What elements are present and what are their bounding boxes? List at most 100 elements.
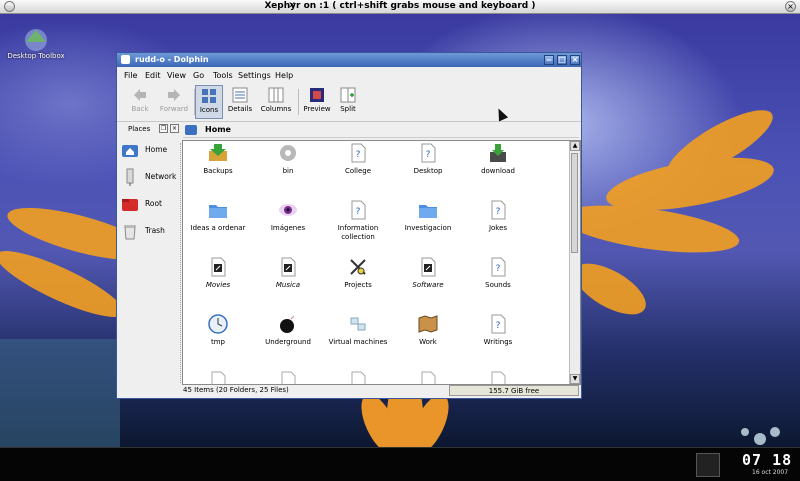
unknown-file-icon: ? xyxy=(491,257,506,277)
preview-button[interactable]: Preview xyxy=(301,85,333,119)
file-item[interactable]: Backups xyxy=(183,143,253,193)
trash-icon xyxy=(124,225,136,240)
breadcrumb-home[interactable]: Home xyxy=(205,125,231,134)
file-item[interactable]: Musica xyxy=(253,257,323,307)
status-bar-text: 45 Items (20 Folders, 25 Files) xyxy=(183,386,289,394)
file-item-partial[interactable] xyxy=(393,371,463,384)
host-window-title: Xephyr on :1 ( ctrl+shift grabs mouse an… xyxy=(264,1,536,11)
link-file-icon xyxy=(281,257,296,277)
vertical-scrollbar[interactable]: ▲ ▼ xyxy=(569,141,580,384)
download-icon xyxy=(490,144,506,162)
file-item-name: Desktop xyxy=(413,167,443,175)
place-label: Network xyxy=(145,172,177,181)
file-item-name: bin xyxy=(282,167,294,175)
places-panel: Home Network Root Trash xyxy=(120,139,180,381)
place-home[interactable]: Home xyxy=(120,139,180,163)
scroll-down-button[interactable]: ▼ xyxy=(570,374,580,384)
file-item[interactable]: ? College xyxy=(323,143,393,193)
back-button[interactable]: Back xyxy=(125,85,155,119)
file-item-name: tmp xyxy=(210,338,225,346)
menu-bar: File Edit View Go Tools Settings Help xyxy=(117,68,581,82)
file-item[interactable]: ? Sounds xyxy=(463,257,533,307)
places-float-button[interactable]: ❐ xyxy=(159,124,168,133)
file-item[interactable]: Work xyxy=(393,314,463,364)
file-item[interactable]: tmp xyxy=(183,314,253,364)
window-title-bar[interactable]: rudd-o - Dolphin ‒ □ × xyxy=(117,53,581,67)
folder-icon xyxy=(209,205,227,218)
file-item-partial[interactable] xyxy=(183,371,253,384)
file-item[interactable]: ? Jokes xyxy=(463,200,533,250)
maximize-button[interactable]: □ xyxy=(557,55,567,65)
menu-go[interactable]: Go xyxy=(193,71,204,80)
file-item-partial[interactable] xyxy=(463,371,533,384)
place-label: Trash xyxy=(145,226,165,235)
scroll-thumb[interactable] xyxy=(571,153,578,253)
scroll-up-button[interactable]: ▲ xyxy=(570,141,580,151)
host-close-button[interactable]: × xyxy=(785,1,796,12)
places-close-button[interactable]: × xyxy=(170,124,179,133)
file-item[interactable]: ? Desktop xyxy=(393,143,463,193)
file-item[interactable]: Software xyxy=(393,257,463,307)
file-item-name: Underground xyxy=(265,338,311,346)
file-item[interactable]: download xyxy=(463,143,533,193)
place-network[interactable]: Network xyxy=(120,166,180,190)
file-item-name: Work xyxy=(419,338,437,346)
menu-edit[interactable]: Edit xyxy=(145,71,161,80)
file-item[interactable]: Virtual machines xyxy=(323,314,393,364)
icons-view-button[interactable]: Icons xyxy=(195,85,223,119)
file-item[interactable]: Movies xyxy=(183,257,253,307)
file-item-name: College xyxy=(344,167,372,175)
menu-tools[interactable]: Tools xyxy=(213,71,233,80)
menu-settings[interactable]: Settings xyxy=(238,71,271,80)
columns-view-button[interactable]: Columns xyxy=(259,85,293,119)
places-tab[interactable]: Places xyxy=(128,125,150,133)
file-item-name: Musica xyxy=(275,281,301,289)
file-item-name: Information collection xyxy=(337,224,379,241)
split-button[interactable]: Split xyxy=(335,85,361,119)
close-button[interactable]: × xyxy=(570,55,580,65)
file-item[interactable]: ? Writings xyxy=(463,314,533,364)
system-tray-icon[interactable] xyxy=(696,453,720,477)
file-item-name: Movies xyxy=(205,281,231,289)
desktop-toolbox[interactable]: Desktop Toolbox xyxy=(6,26,66,74)
file-item[interactable]: Imágenes xyxy=(253,200,323,250)
unknown-file-icon: ? xyxy=(351,143,366,163)
file-item-name: Virtual machines xyxy=(328,338,388,346)
place-trash[interactable]: Trash xyxy=(120,220,180,244)
root-folder-icon xyxy=(122,199,138,211)
file-item-name: Writings xyxy=(483,338,513,346)
bottom-panel: 07 18 16 oct 2007 xyxy=(0,447,800,481)
menu-view[interactable]: View xyxy=(167,71,186,80)
place-root[interactable]: Root xyxy=(120,193,180,217)
columns-label: Columns xyxy=(260,105,292,113)
forward-button[interactable]: Forward xyxy=(157,85,191,119)
toolbar-separator xyxy=(298,89,299,115)
back-label: Back xyxy=(131,105,149,113)
home-folder-icon xyxy=(122,145,138,157)
breadcrumb: Home xyxy=(183,123,579,138)
free-space-indicator: 155.7 GiB free xyxy=(449,385,579,396)
icons-label: Icons xyxy=(199,106,219,114)
details-view-button[interactable]: Details xyxy=(225,85,255,119)
file-icon xyxy=(491,371,506,384)
arrow-left-icon xyxy=(134,89,146,101)
main-toolbar: Back Forward Icons Details Columns Previ… xyxy=(117,83,581,122)
unknown-file-icon: ? xyxy=(491,314,506,334)
file-item[interactable]: Projects xyxy=(323,257,393,307)
menu-help[interactable]: Help xyxy=(275,71,293,80)
file-item[interactable]: ? Information collection xyxy=(323,200,393,250)
file-item[interactable]: bin xyxy=(253,143,323,193)
clock-time[interactable]: 07 18 xyxy=(742,451,792,469)
file-item-partial[interactable] xyxy=(323,371,393,384)
dolphin-app-icon xyxy=(121,55,130,64)
file-item[interactable]: Investigacion xyxy=(393,200,463,250)
file-item[interactable]: Ideas a ordenar xyxy=(183,200,253,250)
file-item-partial[interactable] xyxy=(253,371,323,384)
toolbox-label: Desktop Toolbox xyxy=(7,52,65,60)
file-item-name: download xyxy=(481,167,515,175)
minimize-button[interactable]: ‒ xyxy=(544,55,554,65)
menu-file[interactable]: File xyxy=(124,71,137,80)
file-icon xyxy=(281,371,296,384)
file-item[interactable]: Underground xyxy=(253,314,323,364)
svg-text:?: ? xyxy=(356,150,361,160)
